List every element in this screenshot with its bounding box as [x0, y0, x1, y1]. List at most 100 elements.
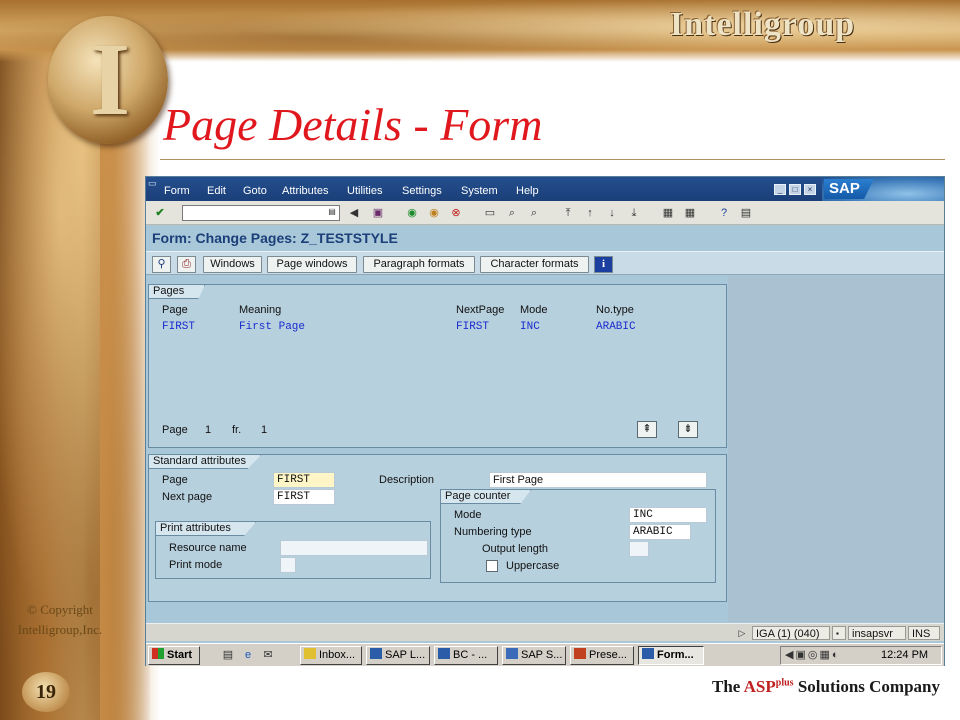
application-toolbar: ⚲ ⎙ Windows Page windows Paragraph forma… — [146, 251, 944, 275]
first-page-icon[interactable]: ⤒ — [560, 205, 576, 221]
maximize-icon[interactable]: □ — [789, 184, 801, 195]
print-preview-icon[interactable]: ⎙ — [177, 256, 196, 273]
task-prese-label: Prese... — [589, 649, 627, 661]
std-page-field[interactable]: FIRST — [273, 472, 335, 488]
task-bc[interactable]: BC - ... — [434, 646, 498, 665]
counter-mode-label: Mode — [454, 509, 482, 521]
menu-bar: ▭ Form Edit Goto Attributes Utilities Se… — [146, 177, 944, 201]
pages-group: Pages Page Meaning NextPage Mode No.type… — [148, 284, 727, 448]
sap-window: ▭ Form Edit Goto Attributes Utilities Se… — [145, 176, 945, 666]
back-icon[interactable]: ◉ — [404, 205, 420, 221]
logo-letter: I — [89, 22, 131, 137]
character-formats-button[interactable]: Character formats — [480, 256, 589, 273]
menu-form[interactable]: Form — [164, 185, 196, 199]
menu-settings[interactable]: Settings — [402, 185, 450, 199]
col-notype: No.type — [596, 304, 634, 316]
layout-menu-icon[interactable]: ▤ — [738, 205, 754, 221]
system-tray: ◀▣◎▦◐ 12:24 PM — [780, 646, 942, 665]
save-icon[interactable]: ▣ — [370, 205, 386, 221]
quicklaunch-desktop-icon[interactable]: ▤ — [220, 647, 236, 663]
status-mode: INS — [908, 626, 940, 640]
output-length-label: Output length — [482, 543, 549, 555]
std-description-field[interactable]: First Page — [489, 472, 707, 488]
command-dropdown-icon[interactable]: ▤ — [327, 207, 337, 219]
menu-utilities[interactable]: Utilities — [347, 185, 391, 199]
minimize-icon[interactable]: _ — [774, 184, 786, 195]
copyright-text: © Copyright Intelligroup,Inc. — [17, 602, 103, 637]
task-sap-s-icon — [506, 648, 518, 659]
menu-help[interactable]: Help — [516, 185, 546, 199]
display-change-icon[interactable]: ⚲ — [152, 256, 171, 273]
previous-page-icon[interactable]: ↑ — [582, 205, 598, 221]
menu-goto[interactable]: Goto — [243, 185, 271, 199]
system-menu-icon[interactable]: ▭ — [148, 178, 160, 188]
output-length-field[interactable] — [629, 541, 649, 557]
task-inbox-label: Inbox... — [319, 649, 356, 661]
find-next-icon[interactable]: ⌕ — [526, 205, 542, 221]
row-page[interactable]: FIRST — [162, 320, 222, 334]
status-server-icon[interactable]: ▪ — [832, 626, 846, 640]
new-session-icon[interactable]: ▦ — [660, 205, 676, 221]
quicklaunch-ie-icon[interactable]: e — [240, 647, 256, 663]
menu-system[interactable]: System — [461, 185, 503, 199]
task-inbox[interactable]: Inbox... — [300, 646, 362, 665]
tray-clock: 12:24 PM — [881, 649, 929, 661]
paragraph-formats-button[interactable]: Paragraph formats — [363, 256, 475, 273]
row-notype[interactable]: ARABIC — [596, 320, 656, 334]
close-icon[interactable]: × — [804, 184, 816, 195]
print-mode-field[interactable] — [280, 557, 296, 573]
row-nextpage[interactable]: FIRST — [456, 320, 516, 334]
tagline-plus: plus — [775, 677, 794, 689]
menu-attributes[interactable]: Attributes — [282, 185, 338, 199]
numbering-type-field[interactable]: ARABIC — [629, 524, 691, 540]
tray-icons[interactable]: ◀▣◎▦◐ — [785, 647, 865, 664]
task-sap-s[interactable]: SAP S... — [502, 646, 566, 665]
std-nextpage-field[interactable]: FIRST — [273, 489, 335, 505]
windows-logo-icon — [152, 648, 164, 659]
task-prese[interactable]: Prese... — [570, 646, 634, 665]
content-right-panel — [728, 276, 944, 622]
status-bar: ▷ IGA (1) (040) ▪ insapsvr INS — [146, 623, 944, 641]
shortcut-icon[interactable]: ▦ — [682, 205, 698, 221]
info-icon[interactable]: i — [594, 256, 613, 273]
col-page: Page — [162, 304, 188, 316]
row-mode[interactable]: INC — [520, 320, 570, 334]
exit-icon[interactable]: ◉ — [426, 205, 442, 221]
next-page-icon[interactable]: ↓ — [604, 205, 620, 221]
title-rule — [160, 159, 945, 160]
cancel-icon[interactable]: ⊗ — [448, 205, 464, 221]
task-bc-icon — [438, 648, 450, 659]
counter-mode-field[interactable]: INC — [629, 507, 707, 523]
page-windows-button[interactable]: Page windows — [267, 256, 357, 273]
print-attributes-group: Print attributes Resource name Print mod… — [155, 521, 431, 579]
command-field[interactable]: ▤ — [182, 205, 340, 221]
quicklaunch-outlook-icon[interactable]: ✉ — [260, 647, 276, 663]
status-system: IGA (1) (040) — [752, 626, 830, 640]
start-button[interactable]: Start — [148, 646, 200, 665]
uppercase-checkbox[interactable] — [486, 560, 498, 572]
page-down-icon[interactable]: ⇟ — [678, 421, 698, 438]
task-sap-l-icon — [370, 648, 382, 659]
brand-wordmark: Intelligroup — [670, 6, 856, 43]
page-fr-label: fr. — [232, 424, 242, 436]
enter-check-icon[interactable]: ✔ — [152, 205, 168, 221]
slide-page-number: 19 — [22, 672, 70, 712]
resource-name-field[interactable] — [280, 540, 428, 556]
windows-button[interactable]: Windows — [203, 256, 262, 273]
task-form-label: Form... — [657, 649, 694, 661]
find-icon[interactable]: ⌕ — [504, 205, 520, 221]
status-expand-icon[interactable]: ▷ — [734, 625, 750, 641]
page-up-icon[interactable]: ⇞ — [637, 421, 657, 438]
row-meaning[interactable]: First Page — [239, 320, 359, 334]
help-icon[interactable]: ? — [716, 205, 732, 221]
resource-name-label: Resource name — [169, 542, 247, 554]
std-nextpage-label: Next page — [162, 491, 213, 503]
last-page-icon[interactable]: ⤓ — [626, 205, 642, 221]
col-nextpage: NextPage — [456, 304, 505, 316]
task-sap-l[interactable]: SAP L... — [366, 646, 430, 665]
task-bc-label: BC - ... — [453, 649, 488, 661]
task-form[interactable]: Form... — [638, 646, 704, 665]
print-icon[interactable]: ▭ — [482, 205, 498, 221]
collapse-arrow-icon[interactable]: ◀ — [346, 205, 362, 221]
menu-edit[interactable]: Edit — [207, 185, 231, 199]
